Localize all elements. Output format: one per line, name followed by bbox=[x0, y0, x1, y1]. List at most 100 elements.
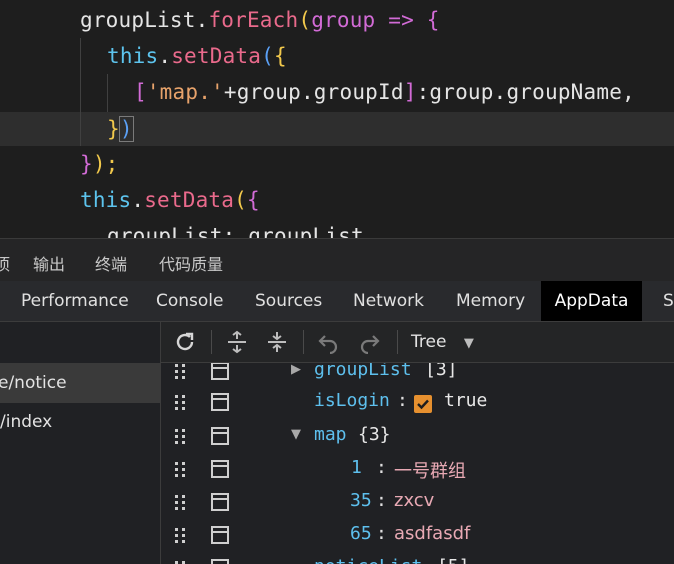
tree-colon: : bbox=[376, 457, 387, 478]
token: ( bbox=[298, 8, 312, 32]
appdata-tree: ▶ groupList [3] isLogin : true ▼ map {3}… bbox=[161, 363, 674, 564]
tab-output[interactable]: 输出 bbox=[33, 251, 65, 275]
collapse-arrow-icon[interactable]: ▼ bbox=[291, 427, 301, 442]
edit-icon[interactable] bbox=[211, 492, 229, 512]
tab-problems[interactable]: 项 bbox=[0, 251, 10, 275]
edit-icon[interactable] bbox=[211, 426, 229, 446]
refresh-icon[interactable] bbox=[173, 330, 197, 354]
drag-handle-icon[interactable] bbox=[175, 363, 189, 382]
view-mode-label: Tree bbox=[411, 332, 447, 352]
expand-arrow-icon[interactable]: ▶ bbox=[291, 363, 301, 377]
page-list: e/notice /index bbox=[0, 322, 161, 564]
token: } bbox=[80, 152, 93, 176]
tree-colon: : bbox=[376, 523, 387, 544]
code-line-3: ['map.'+group.groupId]:group.groupName, bbox=[134, 80, 635, 104]
devtools-tab-bar: Performance Console Sources Network Memo… bbox=[0, 281, 674, 322]
toolbar-divider bbox=[397, 330, 398, 354]
tab-appdata[interactable]: AppData bbox=[541, 281, 642, 321]
tree-colon: : bbox=[376, 490, 387, 511]
page-item-notice[interactable]: e/notice bbox=[0, 363, 160, 403]
expand-all-icon[interactable] bbox=[225, 330, 249, 354]
tab-memory[interactable]: Memory bbox=[456, 281, 525, 321]
token: ); bbox=[92, 152, 119, 176]
page-item-label: e/notice bbox=[0, 373, 67, 393]
token: this bbox=[80, 188, 132, 212]
tree-key: isLogin bbox=[314, 390, 390, 411]
redo-icon[interactable] bbox=[357, 330, 381, 355]
undo-icon[interactable] bbox=[317, 330, 341, 355]
appdata-toolbar: Tree ▼ bbox=[161, 322, 674, 363]
drag-handle-icon[interactable] bbox=[175, 559, 189, 564]
tree-row-noticelist[interactable]: noticeList [5] bbox=[161, 552, 674, 564]
tree-row-map[interactable]: ▼ map {3} bbox=[161, 420, 674, 453]
token: forEach bbox=[208, 8, 299, 32]
page-item-label: /index bbox=[0, 412, 53, 432]
toolbar-divider bbox=[303, 330, 304, 354]
chevron-down-icon: ▼ bbox=[463, 336, 474, 351]
tree-key: 65 bbox=[350, 523, 372, 544]
edit-icon[interactable] bbox=[211, 392, 229, 412]
tree-row-islogin[interactable]: isLogin : true bbox=[161, 386, 674, 419]
token: setData bbox=[144, 188, 235, 212]
token: ] bbox=[403, 80, 417, 104]
drag-handle-icon[interactable] bbox=[175, 393, 189, 413]
code-line-1: groupList.forEach(group => { bbox=[80, 8, 440, 32]
tree-row-map-item[interactable]: 35 : zxcv bbox=[161, 486, 674, 519]
drag-handle-icon[interactable] bbox=[175, 493, 189, 513]
token: 'map.' bbox=[146, 80, 224, 104]
token: ( bbox=[234, 188, 247, 212]
token: ( bbox=[261, 44, 274, 68]
tree-row-map-item[interactable]: 1 : 一号群组 bbox=[161, 453, 674, 486]
token: ) bbox=[118, 116, 134, 142]
tab-sources[interactable]: Sources bbox=[255, 281, 322, 321]
tab-performance[interactable]: Performance bbox=[21, 281, 129, 321]
code-line-6: this.setData({ bbox=[80, 188, 260, 212]
token: => bbox=[375, 8, 427, 32]
tab-code-quality[interactable]: 代码质量 bbox=[159, 251, 223, 275]
drag-handle-icon[interactable] bbox=[175, 427, 189, 447]
edit-icon[interactable] bbox=[211, 558, 229, 564]
code-line-4: }) bbox=[107, 116, 134, 142]
token: . bbox=[131, 188, 145, 212]
toolbar-divider bbox=[211, 330, 212, 354]
token: } bbox=[107, 117, 120, 141]
edit-icon[interactable] bbox=[211, 459, 229, 479]
tree-value: 一号群组 bbox=[394, 461, 466, 482]
tree-row-grouplist[interactable]: ▶ groupList [3] bbox=[161, 363, 674, 388]
token: { bbox=[273, 44, 287, 68]
token: setData bbox=[171, 44, 262, 68]
tree-row-map-item[interactable]: 65 : asdfasdf bbox=[161, 519, 674, 552]
token: group bbox=[311, 8, 376, 32]
token: { bbox=[246, 188, 260, 212]
current-line-highlight bbox=[0, 112, 674, 146]
view-mode-select[interactable]: Tree ▼ bbox=[411, 328, 474, 356]
token: this bbox=[107, 44, 159, 68]
token: :group.groupName, bbox=[416, 80, 635, 104]
code-line-7: groupList: groupList bbox=[107, 224, 364, 238]
indent-guide bbox=[80, 38, 81, 146]
collapse-all-icon[interactable] bbox=[265, 330, 289, 354]
tab-console[interactable]: Console bbox=[156, 281, 224, 321]
page-item-index[interactable]: /index bbox=[0, 402, 160, 442]
tree-value: true bbox=[444, 390, 488, 411]
checkbox-checked-icon[interactable] bbox=[414, 395, 432, 413]
tab-terminal[interactable]: 终端 bbox=[95, 251, 127, 275]
token: . bbox=[195, 8, 209, 32]
panel-tab-bar: 项 输出 终端 代码质量 bbox=[0, 238, 674, 282]
token: +group.groupId bbox=[223, 80, 404, 104]
drag-handle-icon[interactable] bbox=[175, 526, 189, 546]
tree-key: map bbox=[314, 424, 347, 445]
edit-icon[interactable] bbox=[211, 525, 229, 545]
tree-value: zxcv bbox=[394, 490, 435, 511]
code-line-2: this.setData({ bbox=[107, 44, 287, 68]
drag-handle-icon[interactable] bbox=[175, 460, 189, 480]
code-editor[interactable]: groupList.forEach(group => { this.setDat… bbox=[0, 0, 674, 238]
tree-value: asdfasdf bbox=[394, 523, 471, 544]
edit-icon[interactable] bbox=[211, 363, 229, 381]
tab-network[interactable]: Network bbox=[353, 281, 424, 321]
token: [ bbox=[134, 80, 147, 104]
tree-key: groupList bbox=[314, 363, 412, 380]
token: { bbox=[426, 8, 440, 32]
tab-storage[interactable]: St bbox=[663, 281, 674, 321]
token: . bbox=[158, 44, 172, 68]
